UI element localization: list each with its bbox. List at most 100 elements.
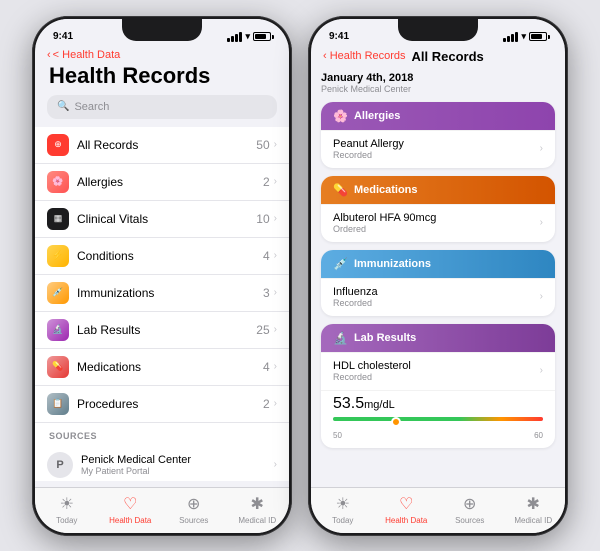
nav-back-2[interactable]: ‹ Health Records [323,50,406,62]
lab-bar [333,417,543,429]
influenza-status: Recorded [333,298,540,308]
tab-medical-id-1[interactable]: ✱ Medical ID [226,494,290,525]
medications-card-header: 💊 Medications [321,176,555,204]
immunizations-label: Immunizations [77,286,263,300]
chevron-icon: › [274,361,277,372]
albuterol-title: Albuterol HFA 90mcg [333,212,540,224]
vitals-label: Clinical Vitals [77,212,256,226]
penick-info: Penick Medical Center My Patient Portal [81,454,274,476]
search-bar-1[interactable]: 🔍 Search [47,95,277,119]
medications-card[interactable]: 💊 Medications Albuterol HFA 90mcg Ordere… [321,176,555,242]
list-item-allergies[interactable]: 🌸 Allergies 2 › [35,164,289,201]
list-item-conditions[interactable]: ⚡ Conditions 4 › [35,238,289,275]
cholesterol-status: Recorded [333,372,540,382]
tab-health-data-1[interactable]: ♡ Health Data [99,494,163,525]
penick-name: Penick Medical Center [81,454,274,466]
immunizations-count: 3 [263,286,270,300]
medications-card-body: Albuterol HFA 90mcg Ordered › [321,204,555,242]
lab-bar-indicator [391,417,401,427]
list-item-immunizations[interactable]: 💉 Immunizations 3 › [35,275,289,312]
chevron-icon: › [540,143,543,154]
sources-label-2: Sources [455,516,484,525]
tab-health-data-2[interactable]: ♡ Health Data [375,494,439,525]
medical-id-icon-2: ✱ [527,494,540,514]
lab-unit: mg/dL [364,399,395,411]
lab-range-high: 60 [534,431,543,440]
tab-sources-2[interactable]: ⊕ Sources [438,494,502,525]
signal-icon [227,32,242,42]
chevron-icon: › [540,365,543,376]
lab-results-card-header: 🔬 Lab Results [321,324,555,352]
time-2: 9:41 [329,31,349,42]
medications-label: Medications [77,360,263,374]
list-item-medications[interactable]: 💊 Medications 4 › [35,349,289,386]
lab-results-card-icon: 🔬 [333,331,348,345]
all-records-count: 50 [256,138,269,152]
immunizations-card-title: Immunizations [354,258,431,270]
all-records-label: All Records [77,138,256,152]
chevron-icon: › [540,291,543,302]
cholesterol-info: HDL cholesterol Recorded [333,360,540,382]
all-records-icon: ⊕ [47,134,69,156]
list-item-lab-results[interactable]: 🔬 Lab Results 25 › [35,312,289,349]
tab-today-1[interactable]: ☀ Today [35,494,99,525]
health-data-icon: ♡ [123,494,137,514]
allergies-icon: 🌸 [47,171,69,193]
procedures-icon: 📋 [47,393,69,415]
list-item-all-records[interactable]: ⊕ All Records 50 › [35,127,289,164]
peanut-allergy-info: Peanut Allergy Recorded [333,138,540,160]
lab-bar-track [333,417,543,421]
peanut-allergy-status: Recorded [333,150,540,160]
conditions-label: Conditions [77,249,263,263]
immunizations-card-header: 💉 Immunizations [321,250,555,278]
medical-id-label: Medical ID [238,516,276,525]
notch-1 [122,19,202,41]
lab-label: Lab Results [77,323,256,337]
vitals-icon: ▦ [47,208,69,230]
tab-today-2[interactable]: ☀ Today [311,494,375,525]
procedures-label: Procedures [77,397,263,411]
procedures-count: 2 [263,397,270,411]
list-item-clinical-vitals[interactable]: ▦ Clinical Vitals 10 › [35,201,289,238]
conditions-count: 4 [263,249,270,263]
albuterol-status: Ordered [333,224,540,234]
tab-sources-1[interactable]: ⊕ Sources [162,494,226,525]
sources-header: SOURCES [35,423,289,445]
cholesterol-title: HDL cholesterol [333,360,540,372]
sources-icon: ⊕ [187,494,200,514]
nav-back-1[interactable]: ‹ < Health Data [35,47,289,61]
lab-icon: 🔬 [47,319,69,341]
influenza-title: Influenza [333,286,540,298]
vitals-count: 10 [256,212,269,226]
time-1: 9:41 [53,31,73,42]
lab-results-card-title: Lab Results [354,332,416,344]
lab-chart: 53.5mg/dL 50 60 [321,390,555,448]
nav-bar-2: ‹ Health Records All Records [311,47,565,68]
list-item-procedures[interactable]: 📋 Procedures 2 › [35,386,289,423]
conditions-icon: ⚡ [47,245,69,267]
sources-icon-2: ⊕ [463,494,476,514]
battery-icon [253,32,271,41]
influenza-info: Influenza Recorded [333,286,540,308]
health-data-icon-2: ♡ [399,494,413,514]
allergies-card[interactable]: 🌸 Allergies Peanut Allergy Recorded › [321,102,555,168]
screen-2: 9:41 ▾ ‹ Health Records Al [311,19,565,533]
lab-value-display: 53.5mg/dL [333,395,543,413]
immunizations-card-icon: 💉 [333,257,348,271]
notch-2 [398,19,478,41]
health-data-label-2: Health Data [385,516,427,525]
lab-range-low: 50 [333,431,342,440]
source-penick[interactable]: P Penick Medical Center My Patient Porta… [35,445,289,481]
lab-results-card[interactable]: 🔬 Lab Results HDL cholesterol Recorded ›… [321,324,555,448]
tab-bar-1: ☀ Today ♡ Health Data ⊕ Sources ✱ Medica… [35,487,289,533]
chevron-icon: › [274,176,277,187]
today-label: Today [56,516,77,525]
medications-count: 4 [263,360,270,374]
health-data-label: Health Data [109,516,151,525]
tab-bar-2: ☀ Today ♡ Health Data ⊕ Sources ✱ Medica… [311,487,565,533]
immunizations-card[interactable]: 💉 Immunizations Influenza Recorded › [321,250,555,316]
tab-medical-id-2[interactable]: ✱ Medical ID [502,494,566,525]
sources-label: Sources [179,516,208,525]
today-label-2: Today [332,516,353,525]
allergies-card-title: Allergies [354,110,400,122]
